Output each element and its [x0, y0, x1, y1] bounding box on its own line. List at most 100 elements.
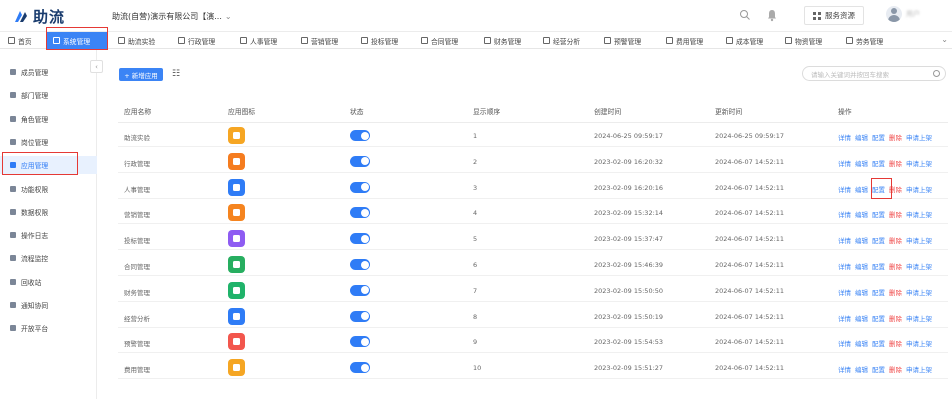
detail-link[interactable]: 详情 [838, 235, 851, 245]
nav-tab[interactable]: 合同管理 [421, 32, 458, 49]
delete-link[interactable]: 删除 [889, 338, 902, 348]
delete-link[interactable]: 删除 [889, 235, 902, 245]
sidebar-item[interactable]: 回收站 [0, 273, 97, 291]
sidebar-item[interactable]: 角色管理 [0, 110, 97, 128]
config-link[interactable]: 配置 [872, 261, 885, 271]
status-toggle[interactable] [350, 130, 370, 141]
delete-link[interactable]: 删除 [889, 209, 902, 219]
delete-link[interactable]: 删除 [889, 261, 902, 271]
nav-tab[interactable]: 首页 [8, 32, 32, 49]
config-link[interactable]: 配置 [872, 313, 885, 323]
nav-tab[interactable]: 助流实验 [118, 32, 155, 49]
status-toggle[interactable] [350, 181, 370, 193]
app-name: 营销管理 [124, 211, 150, 220]
sidebar-item[interactable]: 开放平台 [0, 319, 97, 337]
delete-link[interactable]: 删除 [889, 364, 902, 374]
detail-link[interactable]: 详情 [838, 209, 851, 219]
delete-link[interactable]: 删除 [889, 287, 902, 297]
nav-tab[interactable]: 费用管理 [666, 32, 703, 49]
request-listing-link[interactable]: 申请上架 [906, 364, 932, 374]
config-link[interactable]: 配置 [872, 338, 885, 348]
request-listing-link[interactable]: 申请上架 [906, 313, 932, 323]
request-listing-link[interactable]: 申请上架 [906, 209, 932, 219]
nav-tab[interactable]: 经营分析 [543, 32, 580, 49]
add-app-button[interactable]: + 新增应用 [119, 68, 163, 81]
sidebar-item[interactable]: 通知协同 [0, 296, 97, 314]
nav-tab[interactable]: 物资管理 [785, 32, 822, 49]
sidebar-item[interactable]: 流程监控 [0, 249, 97, 267]
detail-link[interactable]: 详情 [838, 364, 851, 374]
search-icon[interactable] [739, 9, 751, 21]
request-listing-link[interactable]: 申请上架 [906, 338, 932, 348]
bell-icon[interactable] [766, 8, 778, 22]
status-toggle[interactable] [350, 336, 370, 348]
sidebar-item[interactable]: 部门管理 [0, 86, 97, 104]
config-link[interactable]: 配置 [872, 132, 885, 142]
request-listing-link[interactable]: 申请上架 [906, 184, 932, 194]
app-name: 助流实验 [124, 134, 150, 142]
status-toggle[interactable] [350, 207, 370, 219]
nav-tab[interactable]: 劳务管理 [846, 32, 883, 49]
collapse-sidebar-button[interactable]: ‹ [90, 60, 103, 73]
column-settings-icon[interactable]: ☷ [172, 69, 180, 79]
sidebar-item[interactable]: 功能权限 [0, 180, 97, 198]
service-resources-button[interactable]: 服务资源 [804, 6, 864, 25]
delete-link[interactable]: 删除 [889, 132, 902, 142]
config-link[interactable]: 配置 [872, 209, 885, 219]
edit-link[interactable]: 编辑 [855, 235, 868, 245]
detail-link[interactable]: 详情 [838, 261, 851, 271]
updated-time: 2024-06-07 14:52:11 [715, 364, 785, 373]
edit-link[interactable]: 编辑 [855, 184, 868, 194]
edit-link[interactable]: 编辑 [855, 132, 868, 142]
edit-link[interactable]: 编辑 [855, 338, 868, 348]
edit-link[interactable]: 编辑 [855, 261, 868, 271]
nav-tab[interactable]: 人事管理 [240, 32, 277, 49]
status-toggle[interactable] [350, 259, 370, 270]
request-listing-link[interactable]: 申请上架 [906, 287, 932, 297]
status-toggle[interactable] [350, 362, 370, 374]
logo[interactable]: 助流 [12, 6, 65, 27]
detail-link[interactable]: 详情 [838, 287, 851, 297]
status-toggle[interactable] [350, 310, 370, 322]
status-toggle[interactable] [350, 233, 370, 245]
detail-link[interactable]: 详情 [838, 184, 851, 194]
request-listing-link[interactable]: 申请上架 [906, 235, 932, 245]
company-switcher[interactable]: 助流(自营)演示有限公司【演... ⌄ [112, 11, 232, 22]
nav-tab[interactable]: 营销管理 [301, 32, 338, 49]
app-icon [228, 256, 245, 273]
request-listing-link[interactable]: 申请上架 [906, 261, 932, 271]
nav-tab[interactable]: 行政管理 [178, 32, 215, 49]
status-toggle[interactable] [350, 284, 370, 296]
delete-link[interactable]: 删除 [889, 158, 902, 168]
config-link[interactable]: 配置 [872, 235, 885, 245]
nav-tab[interactable]: 财务管理 [484, 32, 521, 49]
detail-link[interactable]: 详情 [838, 132, 851, 142]
nav-tab[interactable]: 投标管理 [361, 32, 398, 49]
config-link[interactable]: 配置 [872, 364, 885, 374]
search-input[interactable]: 请输入关键词并按回车搜索 [802, 66, 946, 81]
detail-link[interactable]: 详情 [838, 158, 851, 168]
chevron-down-icon[interactable]: ⌄ [941, 35, 948, 44]
sidebar-item[interactable]: 数据权限 [0, 203, 97, 221]
user-menu[interactable]: 用户 [886, 6, 920, 22]
edit-link[interactable]: 编辑 [855, 287, 868, 297]
detail-link[interactable]: 详情 [838, 313, 851, 323]
request-listing-link[interactable]: 申请上架 [906, 132, 932, 142]
edit-link[interactable]: 编辑 [855, 158, 868, 168]
edit-link[interactable]: 编辑 [855, 313, 868, 323]
config-link[interactable]: 配置 [872, 287, 885, 297]
edit-link[interactable]: 编辑 [855, 209, 868, 219]
row-actions: 详情 编辑 配置 删除 申请上架 [838, 338, 932, 348]
nav-tab-label: 投标管理 [371, 37, 399, 46]
edit-link[interactable]: 编辑 [855, 364, 868, 374]
sidebar-item[interactable]: 岗位管理 [0, 133, 97, 151]
request-listing-link[interactable]: 申请上架 [906, 158, 932, 168]
delete-link[interactable]: 删除 [889, 313, 902, 323]
sidebar-item[interactable]: 成员管理 [0, 63, 97, 81]
nav-tab[interactable]: 成本管理 [726, 32, 763, 49]
sidebar-item[interactable]: 操作日志 [0, 226, 97, 244]
detail-link[interactable]: 详情 [838, 338, 851, 348]
nav-tab[interactable]: 预警管理 [604, 32, 641, 49]
status-toggle[interactable] [350, 155, 370, 167]
config-link[interactable]: 配置 [872, 158, 885, 168]
